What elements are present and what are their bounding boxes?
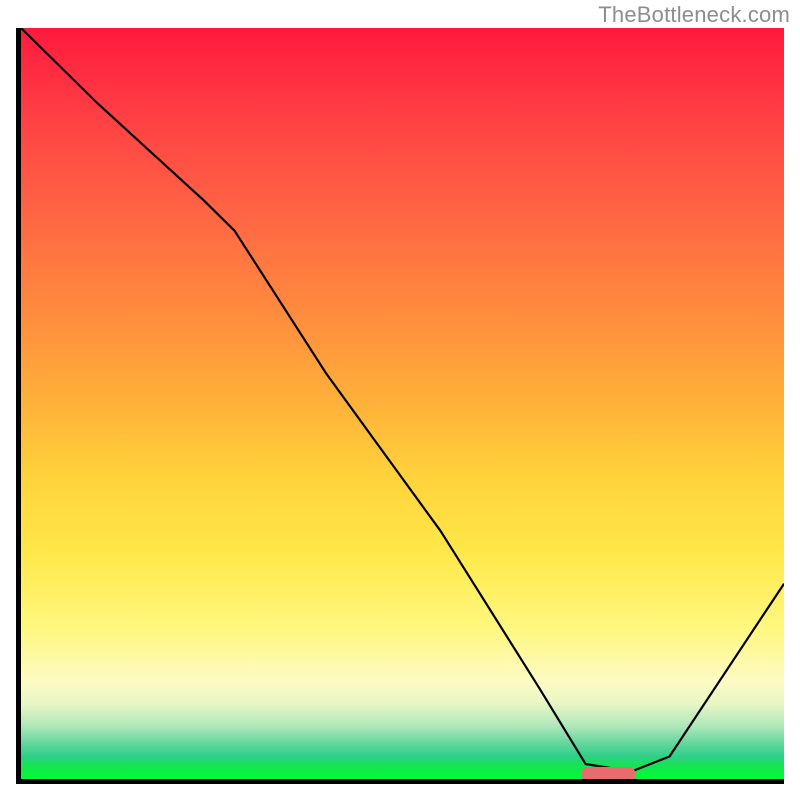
heatmap-background (21, 28, 784, 779)
watermark: TheBottleneck.com (598, 2, 790, 28)
chart-area (16, 28, 784, 784)
